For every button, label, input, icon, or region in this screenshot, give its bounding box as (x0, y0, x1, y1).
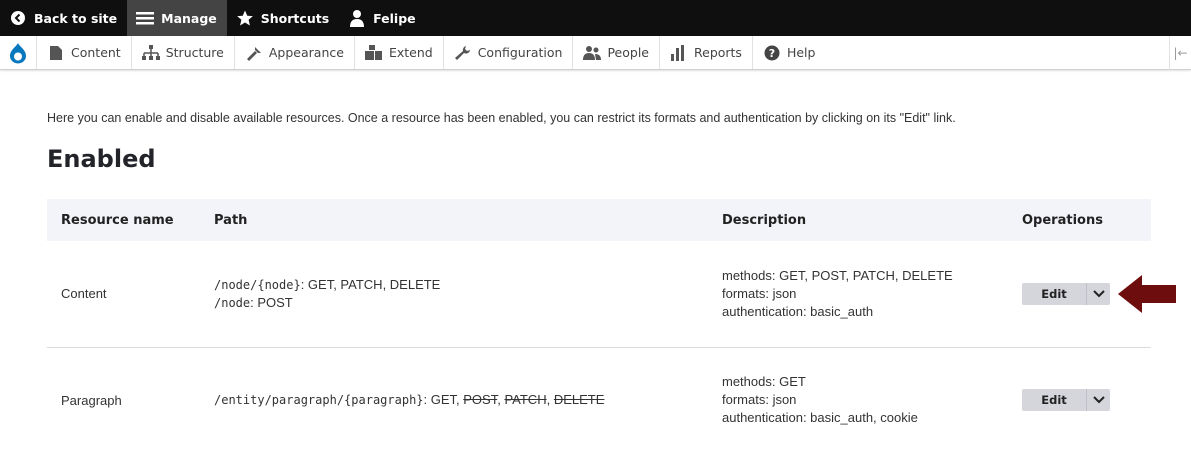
reports-icon (670, 44, 688, 62)
path-methods: : POST (250, 294, 293, 310)
desc-methods: methods: GET (722, 374, 806, 390)
user-tab[interactable]: Felipe (339, 0, 426, 36)
column-header: Path (214, 212, 248, 228)
tray-item-label: Configuration (477, 45, 563, 60)
tray-item-label: Extend (388, 45, 433, 60)
people-icon (583, 44, 602, 62)
structure-icon (141, 44, 160, 62)
table-row: Paragraph /entity/paragraph/{paragraph}:… (47, 347, 1151, 453)
user-label: Felipe (373, 10, 416, 26)
resources-table: Resource name Path Description Operation… (47, 199, 1151, 453)
disabled-method: DELETE (553, 392, 605, 408)
collapse-arrow-icon: |← (1173, 46, 1188, 60)
path-pattern: /node/{node} (214, 277, 301, 292)
table-header-row: Resource name Path Description Operation… (47, 199, 1151, 241)
table-row: Content /node/{node}: GET, PATCH, DELETE… (47, 241, 1151, 347)
operations-dropbutton: Edit (1022, 282, 1110, 305)
edit-button[interactable]: Edit (1022, 283, 1086, 305)
tray-item-configuration[interactable]: Configuration (442, 36, 573, 69)
enabled-heading: Enabled (47, 145, 156, 173)
back-to-site-label: Back to site (34, 10, 118, 26)
admin-toolbar: Back to site Manage Shortcuts Felipe (0, 0, 1191, 36)
appearance-icon (245, 44, 263, 62)
resource-description: methods: GET formats: json authenticatio… (708, 347, 1008, 453)
column-header: Resource name (61, 212, 174, 228)
tray-item-reports[interactable]: Reports (659, 36, 752, 69)
extend-icon (364, 44, 383, 62)
shortcuts-label: Shortcuts (260, 10, 330, 26)
wrench-icon (454, 44, 472, 62)
disabled-method: POST (463, 392, 498, 408)
resource-path: /node/{node}: GET, PATCH, DELETE /node: … (200, 241, 708, 347)
dropbutton-toggle[interactable] (1086, 282, 1110, 305)
desc-authentication: authentication: basic_auth (722, 303, 874, 319)
back-to-site-link[interactable]: Back to site (0, 0, 127, 36)
path-pattern: /entity/paragraph/{paragraph} (214, 393, 424, 408)
operations-cell: Edit (1008, 347, 1151, 453)
admin-tray: Content Structure Appearance Extend Conf… (0, 36, 1191, 70)
intro-text: Here you can enable and disable availabl… (47, 111, 956, 125)
star-icon (235, 8, 255, 28)
desc-methods: methods: GET, POST, PATCH, DELETE (722, 267, 953, 283)
drupal-drop-icon (10, 42, 26, 63)
path-methods: : GET, (423, 392, 464, 408)
column-header: Description (722, 212, 807, 228)
path-pattern: /node (214, 295, 251, 310)
desc-authentication: authentication: basic_auth, cookie (722, 410, 918, 426)
edit-button[interactable]: Edit (1022, 389, 1086, 411)
drupal-logo[interactable] (0, 36, 36, 69)
manage-tab[interactable]: Manage (127, 0, 227, 36)
column-header: Operations (1022, 212, 1103, 228)
back-arrow-icon (8, 8, 28, 28)
svg-text:?: ? (769, 47, 775, 60)
tray-item-label: People (607, 45, 649, 60)
dropbutton-toggle[interactable] (1086, 389, 1110, 412)
tray-orientation-toggle[interactable]: |← (1169, 36, 1191, 70)
resource-path: /entity/paragraph/{paragraph}: GET, POST… (214, 392, 605, 408)
tray-item-extend[interactable]: Extend (353, 36, 443, 69)
tray-item-help[interactable]: ? Help (751, 36, 826, 69)
resource-description: methods: GET, POST, PATCH, DELETE format… (708, 241, 1008, 347)
chevron-down-icon (1092, 396, 1105, 404)
tray-item-structure[interactable]: Structure (130, 36, 234, 69)
tray-item-label: Appearance (268, 45, 344, 60)
tray-item-content[interactable]: Content (36, 36, 131, 69)
manage-label: Manage (161, 10, 217, 26)
tray-item-label: Content (71, 45, 121, 60)
operations-dropbutton: Edit (1022, 389, 1110, 412)
shortcuts-tab[interactable]: Shortcuts (227, 0, 339, 36)
content-icon (47, 44, 65, 62)
help-icon: ? (763, 44, 781, 62)
tray-item-label: Structure (165, 45, 224, 60)
tray-item-appearance[interactable]: Appearance (233, 36, 354, 69)
tray-item-label: Reports (694, 45, 742, 60)
resource-name: Paragraph (61, 392, 122, 408)
hamburger-icon (135, 8, 155, 28)
desc-formats: formats: json (722, 285, 797, 301)
resource-name: Content (61, 286, 107, 302)
tray-item-label: Help (786, 45, 816, 60)
user-icon (347, 8, 367, 28)
chevron-down-icon (1092, 290, 1105, 298)
disabled-method: PATCH (504, 392, 547, 408)
path-methods: : GET, PATCH, DELETE (300, 276, 441, 292)
desc-formats: formats: json (722, 392, 797, 408)
annotation-arrow-icon (1118, 275, 1176, 313)
tray-item-people[interactable]: People (572, 36, 659, 69)
